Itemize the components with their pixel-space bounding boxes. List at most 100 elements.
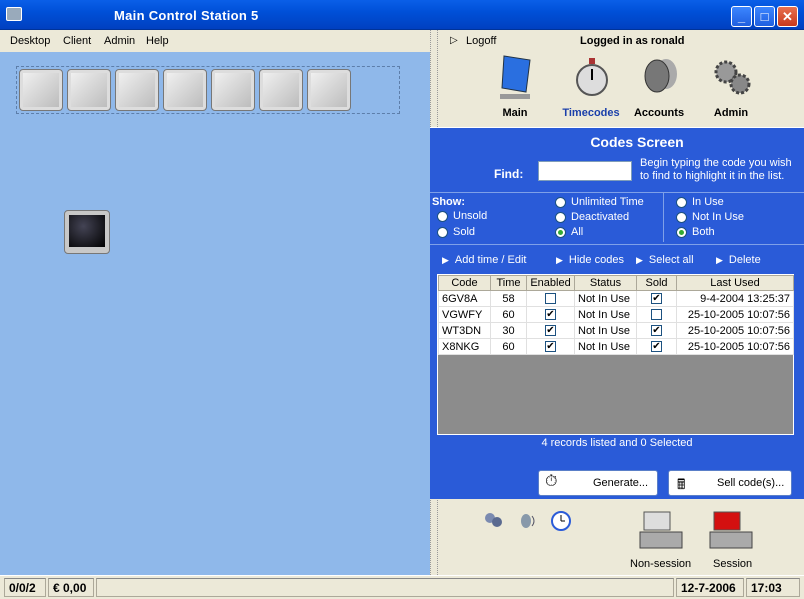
last-used-cell: 25-10-2005 10:07:56	[676, 338, 794, 355]
logoff-link[interactable]: Logoff	[466, 35, 496, 47]
nav-accounts-label: Accounts	[633, 107, 685, 119]
hide-codes-button[interactable]: ▶ Hide codes	[556, 254, 624, 266]
client-station-icon[interactable]	[211, 69, 255, 111]
col-code[interactable]: Code	[438, 275, 491, 291]
nav-accounts-button[interactable]: Accounts	[624, 52, 694, 122]
session-label: Session	[713, 558, 753, 570]
time-display: 17:03	[746, 578, 800, 597]
table-row[interactable]: X8NKG 60 ✔ Not In Use ✔ 25-10-2005 10:07:56	[438, 338, 794, 355]
menu-desktop[interactable]: Desktop	[10, 35, 50, 47]
menu-help[interactable]: Help	[146, 35, 169, 47]
status-cell: Not In Use	[574, 290, 637, 307]
add-time-edit-button[interactable]: ▶ Add time / Edit	[442, 254, 526, 266]
station-counts: 0/0/2	[4, 578, 46, 597]
window-title: Main Control Station 5	[114, 8, 259, 23]
show-label: Show:	[432, 196, 465, 208]
nav-timecodes-button[interactable]: Timecodes	[556, 52, 626, 122]
time-cell: 58	[490, 290, 527, 307]
client-station-icon[interactable]	[163, 69, 207, 111]
client-station-icon[interactable]	[115, 69, 159, 111]
minimize-button[interactable]: _	[731, 6, 752, 27]
close-button[interactable]: ✕	[777, 6, 798, 27]
radio-both[interactable]	[676, 227, 687, 238]
sell-codes-button[interactable]: 🖩 Sell code(s)...	[668, 470, 792, 496]
sold-cell: ✔	[636, 322, 677, 339]
stopwatch-icon: ⏱	[545, 473, 558, 490]
status-bar: 0/0/2 € 0,00 12-7-2006 17:03	[0, 575, 804, 599]
radio-deactivated[interactable]	[555, 212, 566, 223]
col-enabled[interactable]: Enabled	[526, 275, 575, 291]
col-time[interactable]: Time	[490, 275, 527, 291]
client-desktop-pane[interactable]	[0, 52, 430, 575]
clock-icon[interactable]	[550, 510, 572, 532]
grid-header-row: Code Time Enabled Status Sold Last Used	[438, 275, 794, 291]
client-station-icon[interactable]	[19, 69, 63, 111]
cash-register-icon[interactable]	[708, 506, 754, 552]
radio-deactivated-label: Deactivated	[571, 211, 630, 223]
speaker-icon[interactable]	[518, 510, 540, 532]
enabled-cell	[526, 290, 575, 307]
radio-in-use-label: In Use	[692, 196, 724, 208]
maximize-button[interactable]: □	[754, 6, 775, 27]
sold-checkbox[interactable]: ✔	[651, 341, 662, 353]
last-used-cell: 9-4-2004 13:25:37	[676, 290, 794, 307]
radio-not-in-use[interactable]	[676, 212, 687, 223]
select-all-button[interactable]: ▶ Select all	[636, 254, 694, 266]
time-cell: 60	[490, 338, 527, 355]
enabled-checkbox[interactable]: ✔	[545, 325, 556, 337]
divider	[663, 192, 664, 242]
col-status[interactable]: Status	[574, 275, 637, 291]
find-input[interactable]	[538, 161, 632, 181]
radio-unlimited-time[interactable]	[555, 197, 566, 208]
sold-checkbox[interactable]: ✔	[651, 325, 662, 337]
enabled-cell: ✔	[526, 338, 575, 355]
table-row[interactable]: WT3DN 30 ✔ Not In Use ✔ 25-10-2005 10:07:56	[438, 322, 794, 339]
accounts-heads-icon	[644, 59, 677, 93]
radio-sold[interactable]	[437, 227, 448, 238]
cash-register-icon[interactable]	[638, 506, 684, 552]
radio-sold-label: Sold	[453, 226, 476, 238]
enabled-cell: ✔	[526, 322, 575, 339]
col-sold[interactable]: Sold	[636, 275, 677, 291]
delete-button[interactable]: ▶ Delete	[716, 254, 761, 266]
code-cell: WT3DN	[438, 322, 491, 339]
nav-admin-label: Admin	[713, 107, 749, 119]
monitor-icon	[500, 55, 531, 99]
code-cell: 6GV8A	[438, 290, 491, 307]
status-cell: Not In Use	[574, 322, 637, 339]
enabled-checkbox[interactable]: ✔	[545, 341, 556, 353]
client-station-icon[interactable]	[307, 69, 351, 111]
generate-button[interactable]: ⏱ Generate...	[538, 470, 658, 496]
nav-admin-button[interactable]: Admin	[696, 52, 766, 122]
balance-display: € 0,00	[48, 578, 94, 597]
menu-client[interactable]: Client	[63, 35, 91, 47]
sold-checkbox[interactable]	[651, 309, 662, 321]
users-icon	[485, 513, 502, 527]
logoff-icon[interactable]: ▷	[450, 35, 458, 46]
divider	[430, 244, 804, 245]
nav-main-button[interactable]: Main	[480, 52, 550, 122]
radio-in-use[interactable]	[676, 197, 687, 208]
menu-admin[interactable]: Admin	[104, 35, 135, 47]
sold-cell: ✔	[636, 290, 677, 307]
table-row[interactable]: 6GV8A 58 Not In Use ✔ 9-4-2004 13:25:37	[438, 290, 794, 307]
status-message	[96, 578, 674, 597]
sold-cell	[636, 306, 677, 323]
table-row[interactable]: VGWFY 60 ✔ Not In Use 25-10-2005 10:07:56	[438, 306, 794, 323]
radio-all[interactable]	[555, 227, 566, 238]
code-cell: VGWFY	[438, 306, 491, 323]
app-icon[interactable]	[6, 7, 22, 21]
gears-icon	[714, 60, 751, 95]
client-station-icon[interactable]	[259, 69, 303, 111]
monitor-icon[interactable]	[64, 210, 110, 254]
main-navigation: Main Timecodes Accounts Admin	[438, 52, 804, 128]
client-station-icon[interactable]	[67, 69, 111, 111]
enabled-checkbox[interactable]	[545, 293, 556, 305]
menu-bar: Desktop Client Admin Help	[0, 30, 430, 52]
codes-grid[interactable]: Code Time Enabled Status Sold Last Used …	[437, 274, 794, 435]
radio-unsold[interactable]	[437, 211, 448, 222]
col-last-used[interactable]: Last Used	[676, 275, 794, 291]
sold-checkbox[interactable]: ✔	[651, 293, 662, 305]
user-bar: ▷ Logoff Logged in as ronald	[438, 30, 804, 52]
enabled-checkbox[interactable]: ✔	[545, 309, 556, 321]
